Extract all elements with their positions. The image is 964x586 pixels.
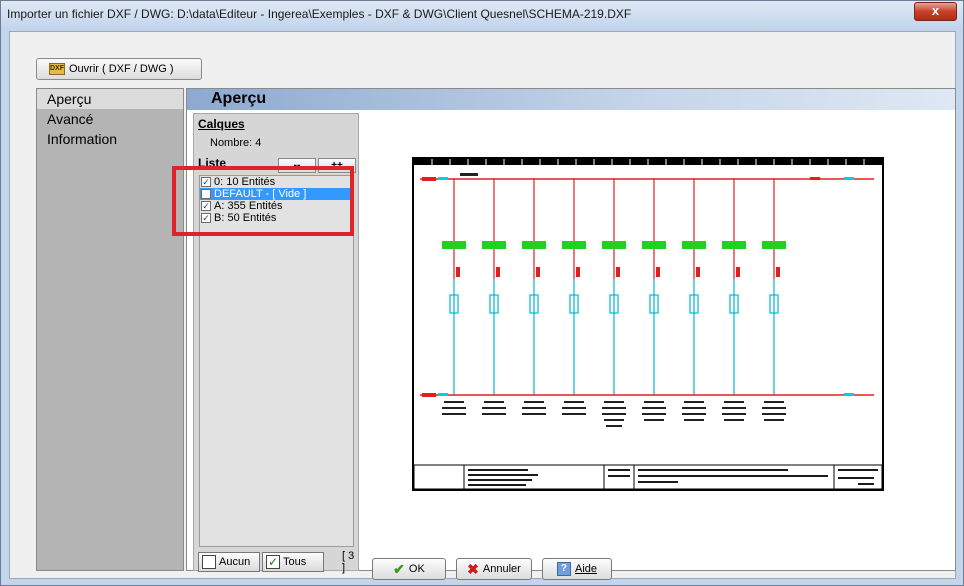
help-label: Aide <box>574 563 598 575</box>
nav-item-avance[interactable]: Avancé <box>37 109 183 129</box>
check-box-icon: ✓ <box>266 555 280 569</box>
cross-icon: ✖ <box>467 560 479 577</box>
select-none-button[interactable]: Aucun <box>198 552 260 572</box>
highlight-box <box>172 166 354 236</box>
navigation-pane: Aperçu Avancé Information <box>36 88 184 571</box>
schematic-drawing <box>413 159 883 490</box>
title-bar: Importer un fichier DXF / DWG: D:\data\E… <box>1 1 963 27</box>
layer-count: Nombre: 4 <box>210 137 262 149</box>
dxf-file-icon: DXF <box>49 63 65 75</box>
ok-label: OK <box>408 563 425 575</box>
select-all-label: Tous <box>283 556 307 568</box>
ok-button[interactable]: ✔ OK <box>372 558 446 580</box>
layers-section-title: Calques <box>198 117 245 131</box>
open-file-label: Ouvrir ( DXF / DWG ) <box>69 63 174 75</box>
empty-box-icon <box>202 555 216 569</box>
window-title: Importer un fichier DXF / DWG: D:\data\E… <box>7 7 632 21</box>
open-file-button[interactable]: DXF Ouvrir ( DXF / DWG ) <box>36 58 202 80</box>
help-icon: ? <box>556 562 571 576</box>
cancel-button[interactable]: ✖ Annuler <box>456 558 532 580</box>
checked-count: [ 3 ] <box>342 550 355 574</box>
select-none-label: Aucun <box>219 556 251 568</box>
checkmark-icon: ✔ <box>393 560 405 577</box>
page-title: Aperçu <box>211 90 267 107</box>
close-button[interactable]: x <box>914 2 957 21</box>
help-button[interactable]: ? Aide <box>542 558 612 580</box>
nav-item-apercu[interactable]: Aperçu <box>37 89 183 109</box>
page-header: Aperçu <box>187 89 955 110</box>
select-all-button[interactable]: ✓ Tous <box>262 552 324 572</box>
nav-item-information[interactable]: Information <box>37 129 183 149</box>
dxf-preview <box>412 157 884 491</box>
cancel-label: Annuler <box>482 563 521 575</box>
